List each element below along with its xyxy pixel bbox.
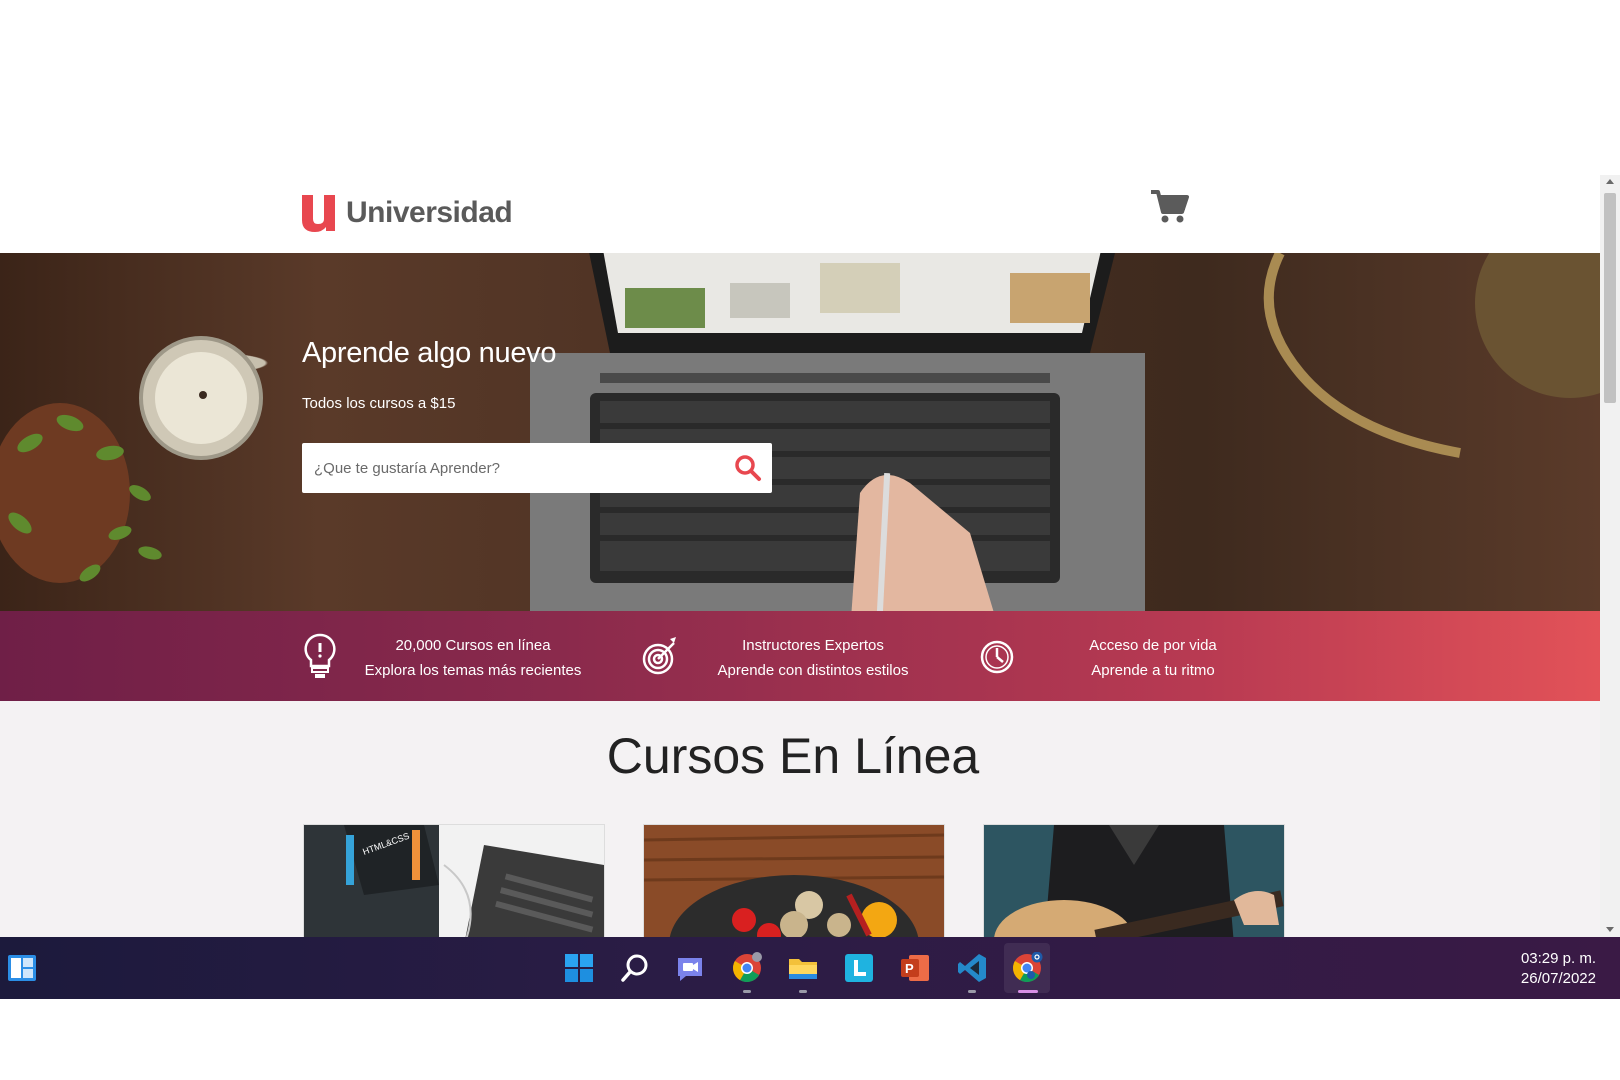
search-icon[interactable]: [619, 952, 651, 984]
active-indicator: [1018, 990, 1038, 993]
hero-title: Aprende algo nuevo: [302, 337, 557, 369]
search-box: [302, 443, 772, 493]
logo-text: Universidad: [346, 196, 513, 229]
chrome-profile-icon[interactable]: [1011, 952, 1043, 984]
feature-title: 20,000 Cursos en línea: [395, 637, 551, 654]
lamp-decoration: [1263, 253, 1600, 458]
feature-instructors: Instructores Expertos Aprende con distin…: [630, 611, 950, 701]
shopping-cart-icon[interactable]: [1150, 189, 1190, 225]
running-indicator: [799, 990, 807, 993]
feature-desc: Aprende a tu ritmo: [1091, 662, 1215, 679]
courses-title: Cursos En Línea: [606, 728, 980, 784]
browser-viewport: Universidad Aprende algo nuevo Todos los…: [0, 175, 1600, 937]
powerpoint-icon[interactable]: P: [899, 952, 931, 984]
course-card-cooking[interactable]: [643, 824, 945, 937]
scroll-thumb[interactable]: [1604, 193, 1616, 403]
running-indicator: [743, 990, 751, 993]
site-logo[interactable]: Universidad: [302, 193, 513, 233]
l-app-icon[interactable]: [843, 952, 875, 984]
scroll-down-arrow[interactable]: [1606, 927, 1614, 932]
course-card-html-css[interactable]: HTML&CSS: [303, 824, 605, 937]
clock-time: 03:29 p. m.: [1520, 950, 1596, 967]
feature-desc: Explora los temas más recientes: [364, 662, 582, 679]
feature-title: Instructores Expertos: [742, 637, 884, 654]
page-scrollbar[interactable]: [1600, 175, 1620, 937]
search-icon[interactable]: [734, 454, 762, 482]
search-input[interactable]: [314, 443, 714, 493]
widgets-icon[interactable]: [6, 952, 38, 984]
feature-desc: Aprende con distintos estilos: [717, 662, 909, 679]
features-bar: 20,000 Cursos en línea Explora los temas…: [0, 611, 1600, 701]
feature-lifetime: Acceso de por vida Aprende a tu ritmo: [970, 611, 1290, 701]
system-clock[interactable]: 03:29 p. m. 26/07/2022: [1521, 949, 1596, 989]
hero-subtitle: Todos los cursos a $15: [302, 395, 456, 412]
feature-title: Acceso de por vida: [1089, 637, 1217, 654]
clock-icon: [980, 640, 1014, 674]
site-header: Universidad: [0, 175, 1600, 253]
windows-start-icon[interactable]: [563, 952, 595, 984]
course-image: HTML&CSS: [304, 825, 604, 937]
chrome-icon[interactable]: [731, 952, 763, 984]
teams-chat-icon[interactable]: [674, 952, 706, 984]
hero-banner: Aprende algo nuevo Todos los cursos a $1…: [0, 253, 1600, 611]
candle-decoration: [139, 336, 263, 460]
scroll-up-arrow[interactable]: [1606, 179, 1614, 184]
windows-taskbar: P 03:29 p. m. 26/07/2022: [0, 937, 1620, 999]
running-indicator: [968, 990, 976, 993]
course-image: [984, 825, 1284, 937]
target-icon: [642, 637, 676, 675]
vscode-icon[interactable]: [956, 952, 988, 984]
course-card-guitar[interactable]: [983, 824, 1285, 937]
feature-courses: 20,000 Cursos en línea Explora los temas…: [290, 611, 610, 701]
file-explorer-icon[interactable]: [787, 952, 819, 984]
course-image: [644, 825, 944, 937]
svg-text:P: P: [905, 961, 914, 976]
clock-date: 26/07/2022: [1520, 970, 1596, 987]
logo-u-icon: [302, 195, 335, 232]
lightbulb-icon: [304, 633, 336, 678]
laptop-image: [530, 253, 1145, 611]
